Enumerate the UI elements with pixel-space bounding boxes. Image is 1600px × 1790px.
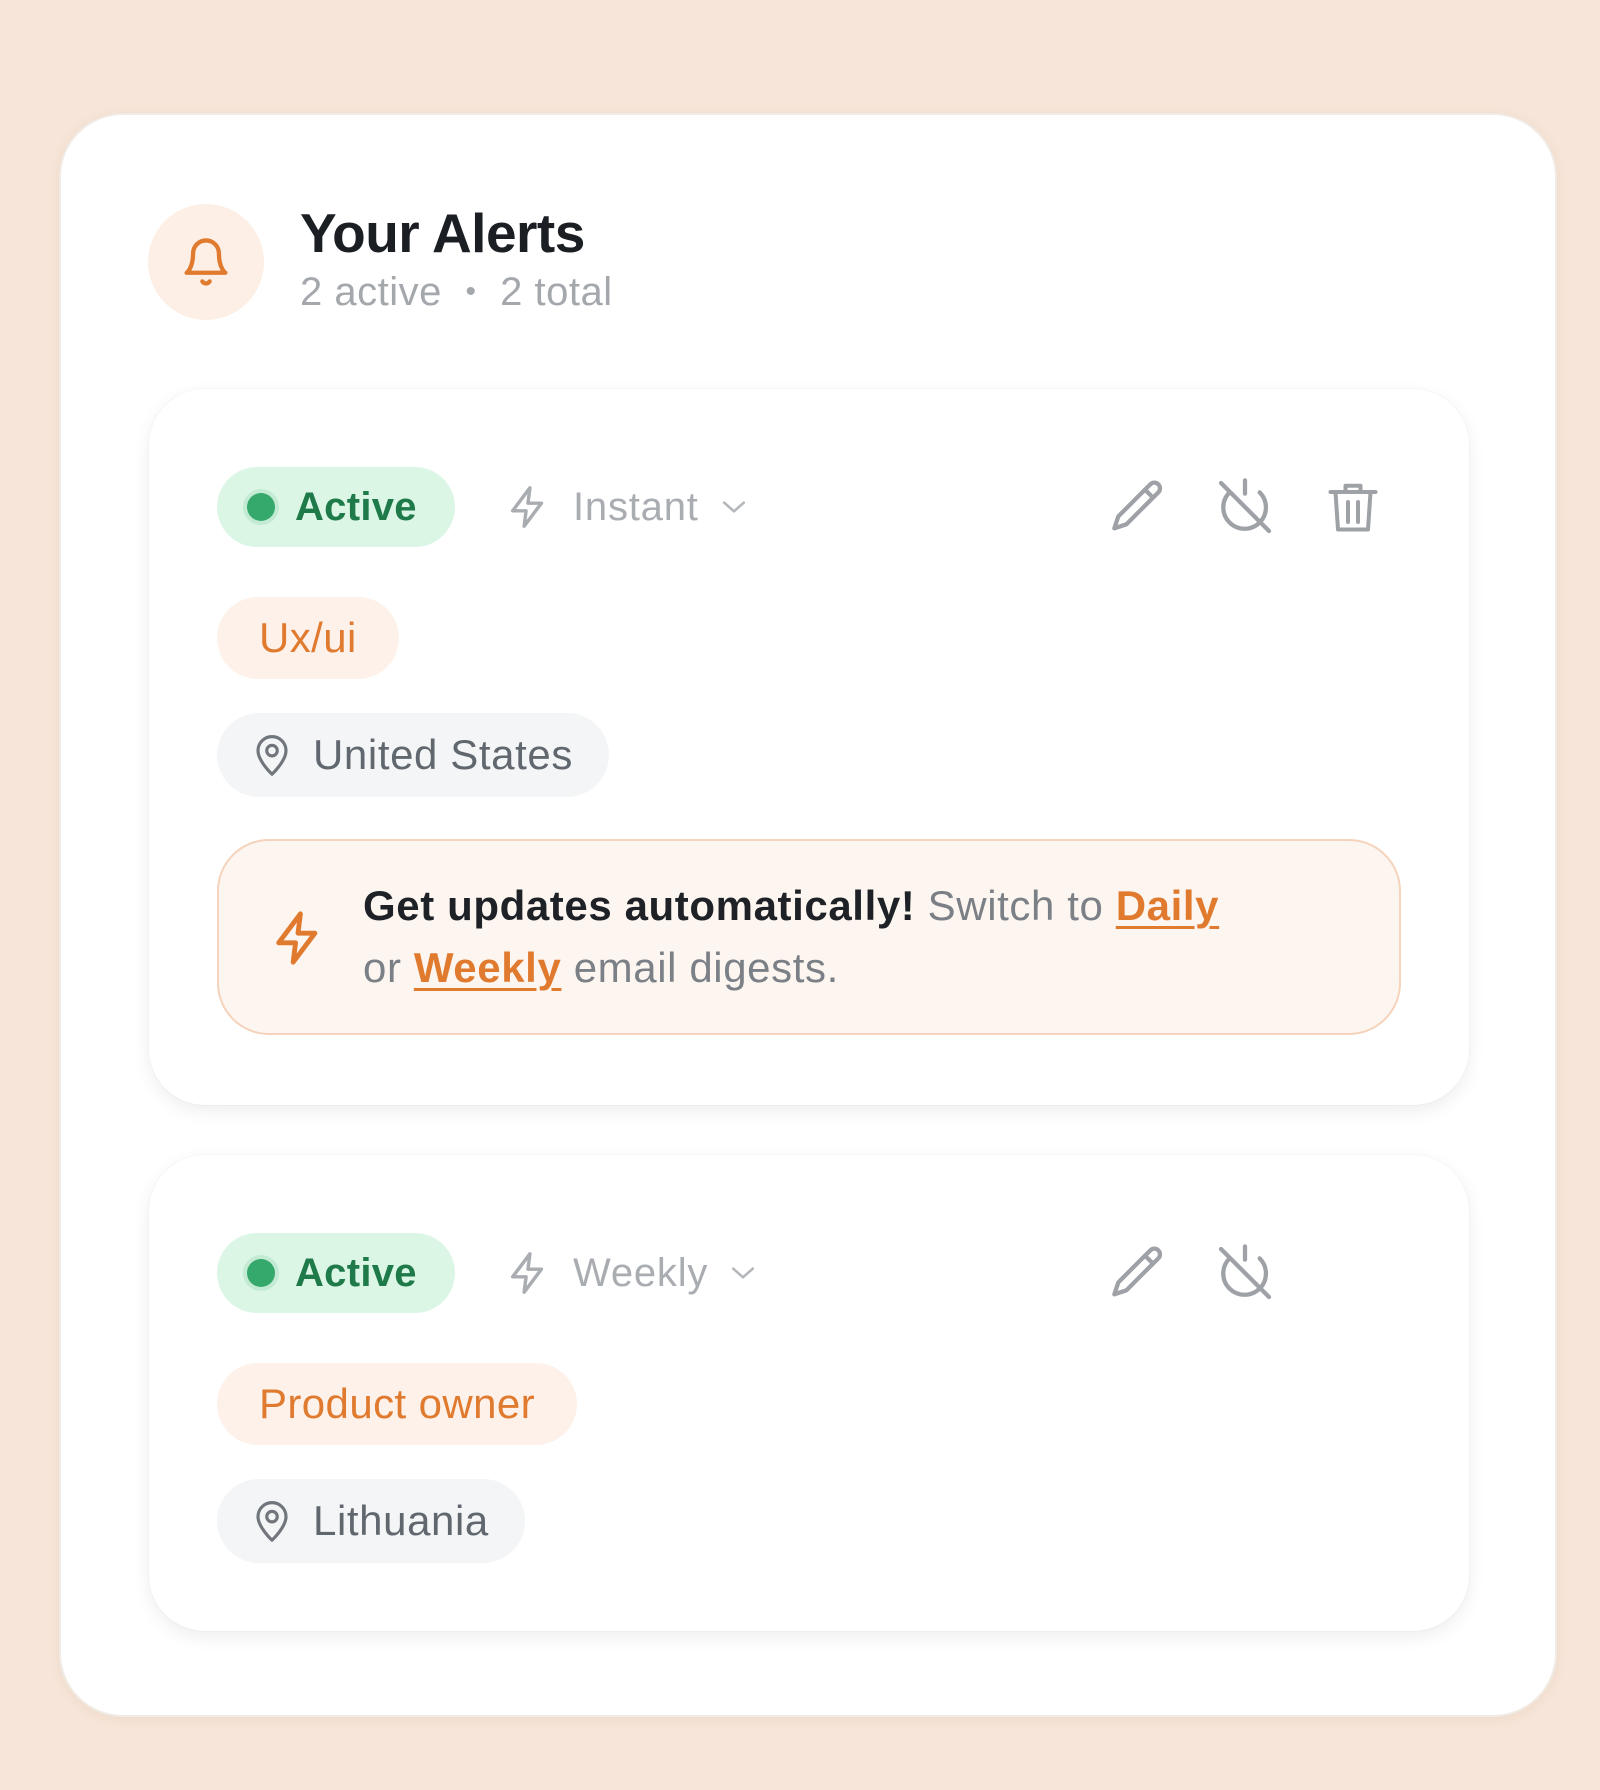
weekly-digest-link[interactable]: Weekly (414, 944, 562, 991)
alerts-header: Your Alerts 2 active • 2 total (148, 202, 613, 322)
location-chip: United States (217, 713, 609, 797)
alert-card-toolbar: Active Weekly (217, 1233, 1401, 1313)
keyword-tag: Ux/ui (217, 597, 399, 679)
frequency-dropdown[interactable]: Instant (505, 467, 747, 547)
pencil-icon (1112, 1246, 1163, 1297)
frequency-label: Weekly (573, 1250, 709, 1295)
promo-text-before: Switch to (915, 882, 1116, 929)
header-text: Your Alerts 2 active • 2 total (300, 202, 613, 322)
frequency-label: Instant (573, 484, 699, 529)
chevron-down-icon (732, 1267, 755, 1279)
total-count: 2 total (500, 270, 613, 314)
keyword-tag: Product owner (217, 1363, 578, 1445)
lightning-icon (276, 911, 318, 965)
daily-digest-link[interactable]: Daily (1116, 882, 1219, 929)
status-label: Active (295, 484, 417, 529)
pause-button[interactable] (1205, 467, 1285, 547)
alert-card-toolbar: Active Instant (217, 467, 1401, 547)
location-label: United States (313, 731, 573, 778)
edit-button[interactable] (1097, 1233, 1177, 1313)
trash-icon (1328, 483, 1378, 532)
pause-button[interactable] (1205, 1233, 1285, 1313)
active-count: 2 active (300, 270, 442, 314)
promo-text-after: email digests. (561, 944, 839, 991)
promo-headline: Get updates automatically! (363, 882, 916, 929)
map-pin-icon (251, 732, 293, 778)
pencil-icon (1112, 480, 1163, 531)
page-title: Your Alerts (300, 202, 585, 264)
power-off-icon (1218, 1244, 1272, 1300)
location-chip: Lithuania (217, 1479, 525, 1563)
digest-promo-banner: Get updates automatically! Switch to Dai… (217, 839, 1401, 1035)
alert-card: Active Instant Ux/ui United States Get u… (149, 389, 1469, 1105)
promo-message: Get updates automatically! Switch to Dai… (363, 875, 1359, 999)
frequency-dropdown[interactable]: Weekly (505, 1233, 756, 1313)
location-label: Lithuania (313, 1497, 489, 1544)
lightning-icon (510, 486, 544, 528)
delete-button[interactable] (1313, 467, 1393, 547)
alerts-summary: 2 active • 2 total (300, 266, 613, 322)
map-pin-icon (251, 1498, 293, 1544)
edit-button[interactable] (1097, 467, 1177, 547)
bell-icon-wrapper (148, 204, 264, 320)
chevron-down-icon (722, 501, 745, 513)
summary-separator: • (465, 275, 477, 308)
status-dot (247, 493, 275, 521)
power-off-icon (1218, 478, 1272, 534)
alert-actions (1097, 467, 1421, 547)
status-label: Active (295, 1250, 417, 1295)
alert-card: Active Weekly Product owner Lithuania (149, 1155, 1469, 1631)
status-badge[interactable]: Active (217, 1233, 455, 1313)
bell-icon (184, 238, 228, 286)
promo-text-or: or (363, 944, 414, 991)
status-dot (247, 1259, 275, 1287)
lightning-icon (510, 1252, 544, 1294)
alerts-panel: Your Alerts 2 active • 2 total Active In… (59, 113, 1557, 1717)
alert-actions (1097, 1233, 1313, 1313)
status-badge[interactable]: Active (217, 467, 455, 547)
